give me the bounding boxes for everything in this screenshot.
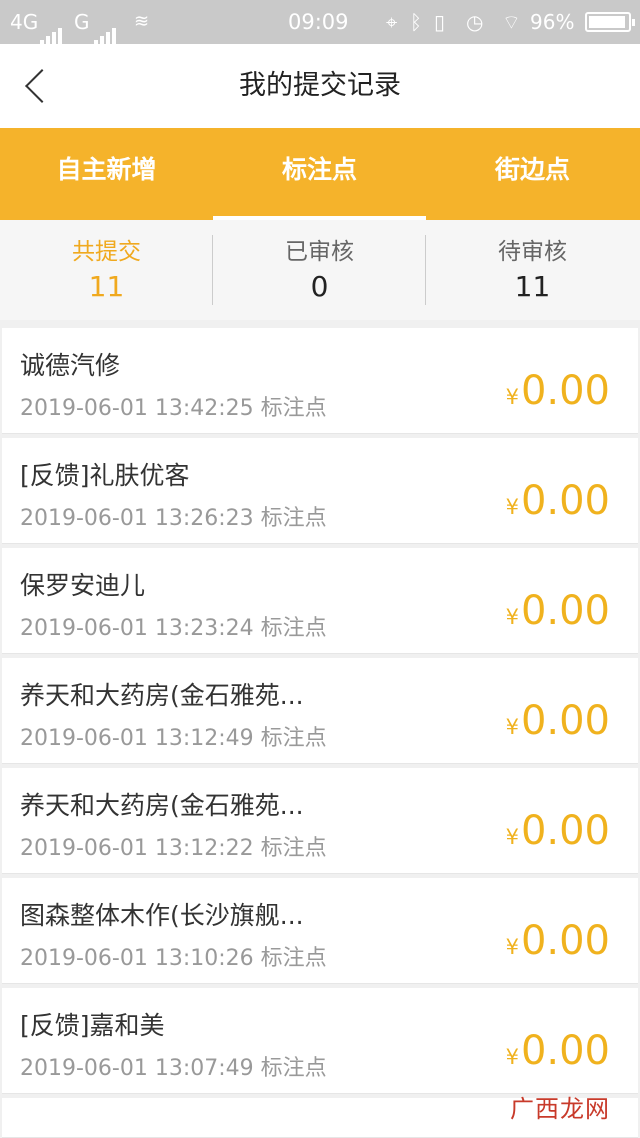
summary-total-label: 共提交	[72, 239, 141, 265]
list-item[interactable]: [反馈]嘉和美 2019-06-01 13:07:49 标注点 ¥0.00	[2, 988, 638, 1094]
network-type-2: G	[74, 10, 90, 34]
record-name: 养天和大药房(金石雅苑...	[20, 681, 304, 710]
summary-total[interactable]: 共提交 11	[0, 220, 213, 320]
record-type: 标注点	[260, 396, 327, 421]
wifi-icon: ⌔	[502, 10, 521, 34]
amount-value: 0.00	[520, 918, 610, 964]
location-icon: ⌖	[386, 10, 398, 34]
submission-summary: 共提交 11 已审核 0 待审核 11	[0, 220, 640, 320]
tab-self-added[interactable]: 自主新增	[0, 128, 213, 220]
record-name: [反馈]嘉和美	[20, 1011, 165, 1040]
record-type: 标注点	[260, 836, 327, 861]
currency-symbol: ¥	[505, 605, 519, 629]
record-name: 养天和大药房(金石雅苑...	[20, 791, 304, 820]
record-meta: 2019-06-01 13:26:23 标注点	[20, 500, 327, 532]
record-type: 标注点	[260, 616, 327, 641]
amount-value: 0.00	[520, 698, 610, 744]
amount-value: 0.00	[520, 478, 610, 524]
record-datetime: 2019-06-01 13:23:24	[20, 616, 254, 641]
back-chevron-icon[interactable]	[22, 68, 56, 106]
record-amount: ¥0.00	[506, 1028, 610, 1074]
record-datetime: 2019-06-01 13:07:49	[20, 1056, 254, 1081]
data-icon: ≋	[134, 11, 150, 32]
clock-time: 09:09	[288, 10, 349, 34]
nav-bar: 我的提交记录	[0, 44, 640, 128]
record-meta: 2019-06-01 13:42:25 标注点	[20, 390, 327, 422]
network-type-1: 4G	[10, 10, 39, 34]
list-item[interactable]: 保罗安迪儿 2019-06-01 13:23:24 标注点 ¥0.00	[2, 548, 638, 654]
signal-icon-2	[94, 0, 118, 46]
record-type: 标注点	[260, 946, 327, 971]
summary-total-value: 11	[88, 270, 125, 303]
summary-pending[interactable]: 待审核 11	[426, 220, 639, 320]
record-amount: ¥0.00	[506, 808, 610, 854]
record-datetime: 2019-06-01 13:10:26	[20, 946, 254, 971]
record-name: 诚德汽修	[20, 351, 121, 380]
vibrate-icon: ▯	[434, 10, 446, 34]
record-amount: ¥0.00	[506, 588, 610, 634]
amount-value: 0.00	[520, 368, 610, 414]
record-meta: 2019-06-01 13:12:22 标注点	[20, 830, 327, 862]
currency-symbol: ¥	[505, 385, 519, 409]
summary-reviewed[interactable]: 已审核 0	[213, 220, 426, 320]
list-item[interactable]: [反馈]礼肤优客 2019-06-01 13:26:23 标注点 ¥0.00	[2, 438, 638, 544]
record-meta: 2019-06-01 13:07:49 标注点	[20, 1050, 327, 1082]
record-datetime: 2019-06-01 13:26:23	[20, 506, 254, 531]
summary-reviewed-label: 已审核	[285, 239, 354, 265]
amount-value: 0.00	[520, 588, 610, 634]
currency-symbol: ¥	[505, 495, 519, 519]
record-name: 图森整体木作(长沙旗舰...	[20, 901, 304, 930]
record-datetime: 2019-06-01 13:42:25	[20, 396, 254, 421]
summary-pending-value: 11	[514, 270, 551, 303]
watermark-logo: 广西龙网	[510, 1095, 610, 1123]
summary-reviewed-value: 0	[310, 270, 329, 303]
currency-symbol: ¥	[505, 1045, 519, 1069]
list-item[interactable]: 养天和大药房(金石雅苑... 2019-06-01 13:12:22 标注点 ¥…	[2, 768, 638, 874]
record-meta: 2019-06-01 13:23:24 标注点	[20, 610, 327, 642]
battery-icon	[585, 12, 635, 32]
record-datetime: 2019-06-01 13:12:22	[20, 836, 254, 861]
tab-annotation-points[interactable]: 标注点	[213, 128, 426, 220]
list-item[interactable]: 图森整体木作(长沙旗舰... 2019-06-01 13:10:26 标注点 ¥…	[2, 878, 638, 984]
record-meta: 2019-06-01 13:12:49 标注点	[20, 720, 327, 752]
currency-symbol: ¥	[505, 935, 519, 959]
status-bar: 4G G ≋ 09:09 ⌖ ᛒ ▯ ◷ ⌔ 96%	[0, 0, 640, 46]
page-title: 我的提交记录	[239, 70, 401, 101]
signal-icon-1	[40, 0, 64, 46]
currency-symbol: ¥	[505, 715, 519, 739]
record-amount: ¥0.00	[506, 698, 610, 744]
currency-symbol: ¥	[505, 825, 519, 849]
record-type: 标注点	[260, 506, 327, 531]
record-type: 标注点	[260, 1056, 327, 1081]
tab-street-points[interactable]: 街边点	[426, 128, 639, 220]
record-datetime: 2019-06-01 13:12:49	[20, 726, 254, 751]
record-meta: 2019-06-01 13:10:26 标注点	[20, 940, 327, 972]
list-item[interactable]: 诚德汽修 2019-06-01 13:42:25 标注点 ¥0.00	[2, 328, 638, 434]
bluetooth-icon: ᛒ	[410, 10, 422, 34]
record-name: 保罗安迪儿	[20, 571, 146, 600]
record-type: 标注点	[260, 726, 327, 751]
battery-percent: 96%	[530, 10, 575, 34]
alarm-icon: ◷	[466, 10, 484, 34]
record-name: [反馈]礼肤优客	[20, 461, 190, 490]
amount-value: 0.00	[520, 808, 610, 854]
amount-value: 0.00	[520, 1028, 610, 1074]
tab-bar: 自主新增 标注点 街边点	[0, 128, 640, 220]
record-amount: ¥0.00	[506, 918, 610, 964]
record-amount: ¥0.00	[506, 368, 610, 414]
list-item[interactable]: 养天和大药房(金石雅苑... 2019-06-01 13:12:49 标注点 ¥…	[2, 658, 638, 764]
summary-pending-label: 待审核	[498, 239, 567, 265]
record-amount: ¥0.00	[506, 478, 610, 524]
